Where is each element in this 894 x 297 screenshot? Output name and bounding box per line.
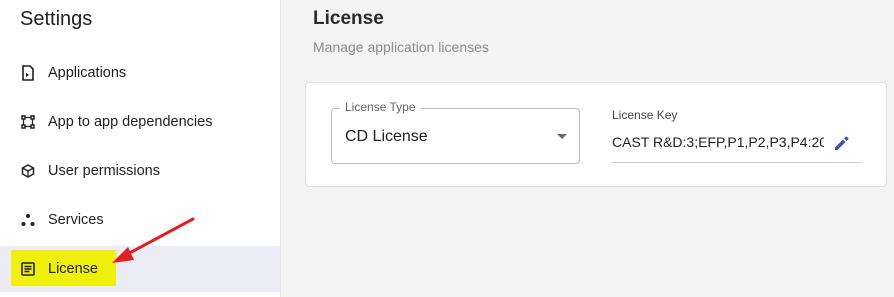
sidebar-item-user-permissions[interactable]: User permissions [0,148,280,194]
license-key-value: CAST R&D:3;EFP,P1,P2,P3,P4:2026 [612,134,824,150]
main-content: License Manage application licenses Lice… [281,0,894,297]
pencil-icon [835,136,849,150]
applications-icon [20,65,36,81]
sidebar-title: Settings [20,8,93,30]
sidebar-item-label: License [48,261,98,277]
license-type-select[interactable]: License Type CD License [331,100,580,164]
sidebar-item-app-to-app-dependencies[interactable]: App to app dependencies [0,99,280,145]
license-icon [20,261,36,277]
sidebar: Settings Applications App to app depende… [0,0,281,297]
license-type-value: CD License [345,128,428,145]
sidebar-item-license[interactable]: License [0,246,280,292]
page-title: License [313,8,384,29]
edit-license-key-button[interactable] [830,131,854,155]
services-icon [20,212,36,228]
license-key-field[interactable]: CAST R&D:3;EFP,P1,P2,P3,P4:2026 [612,131,862,163]
page-subtitle: Manage application licenses [313,39,489,55]
sidebar-item-label: App to app dependencies [48,114,213,130]
license-key-label: License Key [612,108,678,122]
settings-app: Settings Applications App to app depende… [0,0,894,297]
sidebar-item-services[interactable]: Services [0,197,280,243]
sidebar-item-label: Services [48,212,104,228]
sidebar-item-label: Applications [48,65,127,81]
sidebar-item-label: User permissions [48,163,160,179]
cube-icon [20,163,36,179]
dependencies-icon [20,114,36,130]
sidebar-item-applications[interactable]: Applications [0,50,280,96]
dropdown-arrow-icon [557,134,567,139]
license-card: License Type CD License License Key CAST… [305,82,887,187]
license-type-legend: License Type [340,100,421,114]
